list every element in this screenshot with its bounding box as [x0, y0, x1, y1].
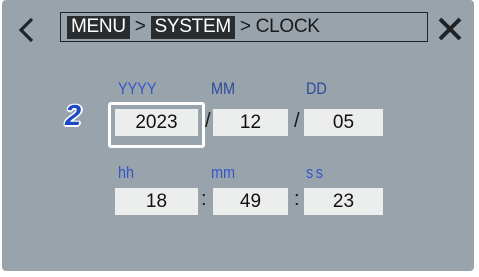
second-label: ss: [306, 163, 326, 182]
hour-label: hh: [118, 163, 135, 182]
second-field[interactable]: 23: [304, 188, 383, 215]
date-separator: /: [294, 110, 300, 132]
minute-field[interactable]: 49: [213, 188, 288, 215]
year-field[interactable]: 2023: [115, 109, 198, 136]
chevron-left-icon: [18, 17, 34, 43]
hour-field[interactable]: 18: [115, 188, 198, 215]
back-button[interactable]: [16, 17, 38, 43]
date-separator: /: [205, 110, 211, 132]
time-separator: :: [201, 188, 207, 210]
breadcrumb: MENU > SYSTEM > CLOCK: [60, 12, 428, 42]
step-number-badge: 2: [65, 100, 82, 132]
breadcrumb-item-menu[interactable]: MENU: [67, 15, 130, 39]
minute-label: mm: [211, 163, 236, 182]
day-field[interactable]: 05: [304, 109, 383, 136]
day-label: DD: [306, 79, 327, 98]
breadcrumb-item-clock: CLOCK: [255, 16, 320, 37]
month-label: MM: [211, 79, 236, 98]
month-field[interactable]: 12: [213, 109, 288, 136]
clock-settings-screen: MENU > SYSTEM > CLOCK YYYY MM DD 2 2023 …: [2, 0, 474, 271]
breadcrumb-separator: >: [239, 16, 251, 37]
year-label: YYYY: [118, 79, 157, 98]
breadcrumb-item-system[interactable]: SYSTEM: [150, 15, 235, 39]
close-button[interactable]: [437, 16, 463, 42]
close-icon: [438, 17, 462, 41]
time-separator: :: [294, 188, 300, 210]
breadcrumb-separator: >: [134, 16, 146, 37]
